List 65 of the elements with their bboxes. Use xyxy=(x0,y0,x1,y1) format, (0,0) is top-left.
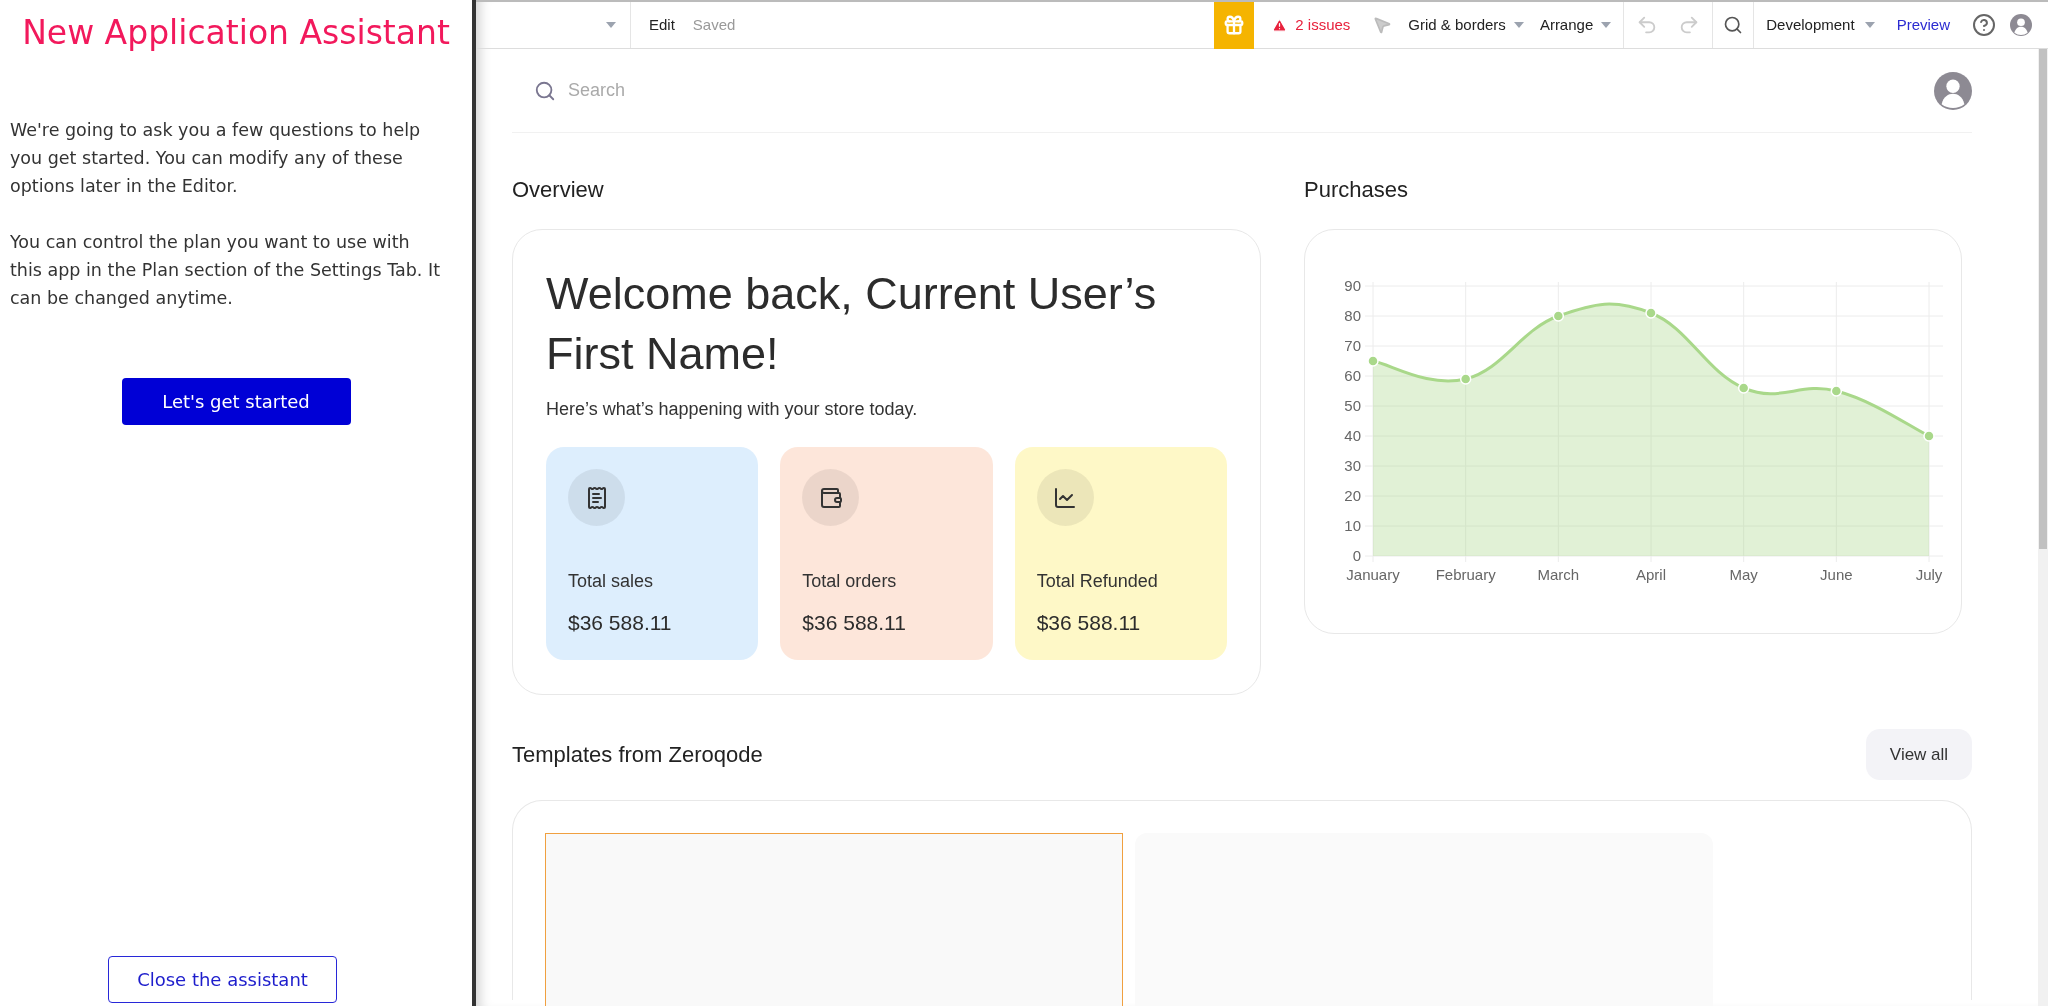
section-title: Templates from Zeroqode xyxy=(512,741,763,769)
x-axis-label: July xyxy=(1915,566,1943,583)
y-axis-label: 10 xyxy=(1344,517,1361,534)
x-axis-label: January xyxy=(1346,566,1400,583)
data-point xyxy=(1830,385,1843,397)
caret-icon xyxy=(606,22,616,28)
user-avatar-icon[interactable] xyxy=(1934,71,1972,110)
view-all-button[interactable]: View all xyxy=(1866,729,1972,780)
gift-icon xyxy=(1223,14,1246,36)
close-assistant-button[interactable]: Close the assistant xyxy=(108,956,337,1003)
save-status: Saved xyxy=(692,14,736,35)
data-point xyxy=(1459,373,1472,385)
data-point xyxy=(1645,307,1657,319)
y-axis-label: 80 xyxy=(1344,307,1361,324)
section-title: Overview xyxy=(512,176,605,204)
y-axis-label: 60 xyxy=(1344,367,1361,384)
search-field[interactable]: Search xyxy=(568,77,868,104)
y-axis-label: 30 xyxy=(1344,457,1361,474)
assistant-paragraph: We're going to ask you a few questions to help you get started. You can modify any of these options later in the Editor. xyxy=(10,118,422,198)
stat-label: Total sales xyxy=(568,569,655,593)
caret-icon xyxy=(1601,22,1612,28)
template-tile[interactable] xyxy=(545,833,1123,1006)
edit-button[interactable]: Edit xyxy=(649,13,675,37)
x-axis-label: February xyxy=(1435,566,1496,583)
welcome-subtitle: Here’s what’s happening with your store today. xyxy=(546,398,919,421)
caret-icon xyxy=(1864,22,1875,28)
stat-value: $36 588.11 xyxy=(802,609,907,636)
caret-icon xyxy=(1513,22,1524,28)
user-avatar-icon[interactable] xyxy=(2010,14,2032,36)
welcome-heading: Welcome back, Current User’s First Name! xyxy=(546,267,1158,381)
stat-value: $36 588.11 xyxy=(568,609,673,636)
y-axis-label: 40 xyxy=(1344,427,1361,444)
data-point xyxy=(1367,355,1379,367)
stat-label: Total orders xyxy=(802,569,898,593)
stat-label: Total Refunded xyxy=(1036,569,1159,593)
x-axis-label: March xyxy=(1537,566,1580,583)
assistant-title: New Application Assistant xyxy=(21,12,451,54)
x-axis-label: June xyxy=(1820,566,1853,583)
assistant-paragraph: You can control the plan you want to use with this app in the Plan section of the Settings Tab. It can be changed anytime. xyxy=(10,230,441,310)
preview-link[interactable]: Preview xyxy=(1896,13,1950,37)
issues-button[interactable]: 2 issues xyxy=(1272,13,1351,37)
gift-button[interactable] xyxy=(1214,1,1255,49)
y-axis-label: 70 xyxy=(1344,337,1361,354)
x-axis-label: May xyxy=(1729,566,1758,583)
y-axis-label: 20 xyxy=(1344,487,1361,504)
data-point xyxy=(1923,430,1935,442)
wallet-icon xyxy=(818,485,843,510)
pointer-icon xyxy=(1372,15,1393,35)
data-point xyxy=(1552,310,1565,322)
search-icon xyxy=(534,79,556,102)
y-axis-label: 90 xyxy=(1344,277,1361,294)
help-icon xyxy=(1972,13,1996,37)
y-axis-label: 50 xyxy=(1344,397,1361,414)
grid-borders-dropdown[interactable]: Grid & borders xyxy=(1408,13,1524,37)
arrange-dropdown[interactable]: Arrange xyxy=(1539,13,1612,37)
search-icon xyxy=(1723,15,1744,35)
chart-icon xyxy=(1053,485,1078,510)
y-axis-label: 0 xyxy=(1352,547,1361,564)
x-axis-label: April xyxy=(1636,566,1666,583)
get-started-button[interactable]: Let's get started xyxy=(121,377,351,425)
warning-icon xyxy=(1272,17,1288,33)
stat-value: $36 588.11 xyxy=(1036,609,1142,636)
section-title: Purchases xyxy=(1304,176,1409,204)
development-dropdown[interactable]: Development xyxy=(1766,13,1875,37)
data-point xyxy=(1737,382,1750,394)
